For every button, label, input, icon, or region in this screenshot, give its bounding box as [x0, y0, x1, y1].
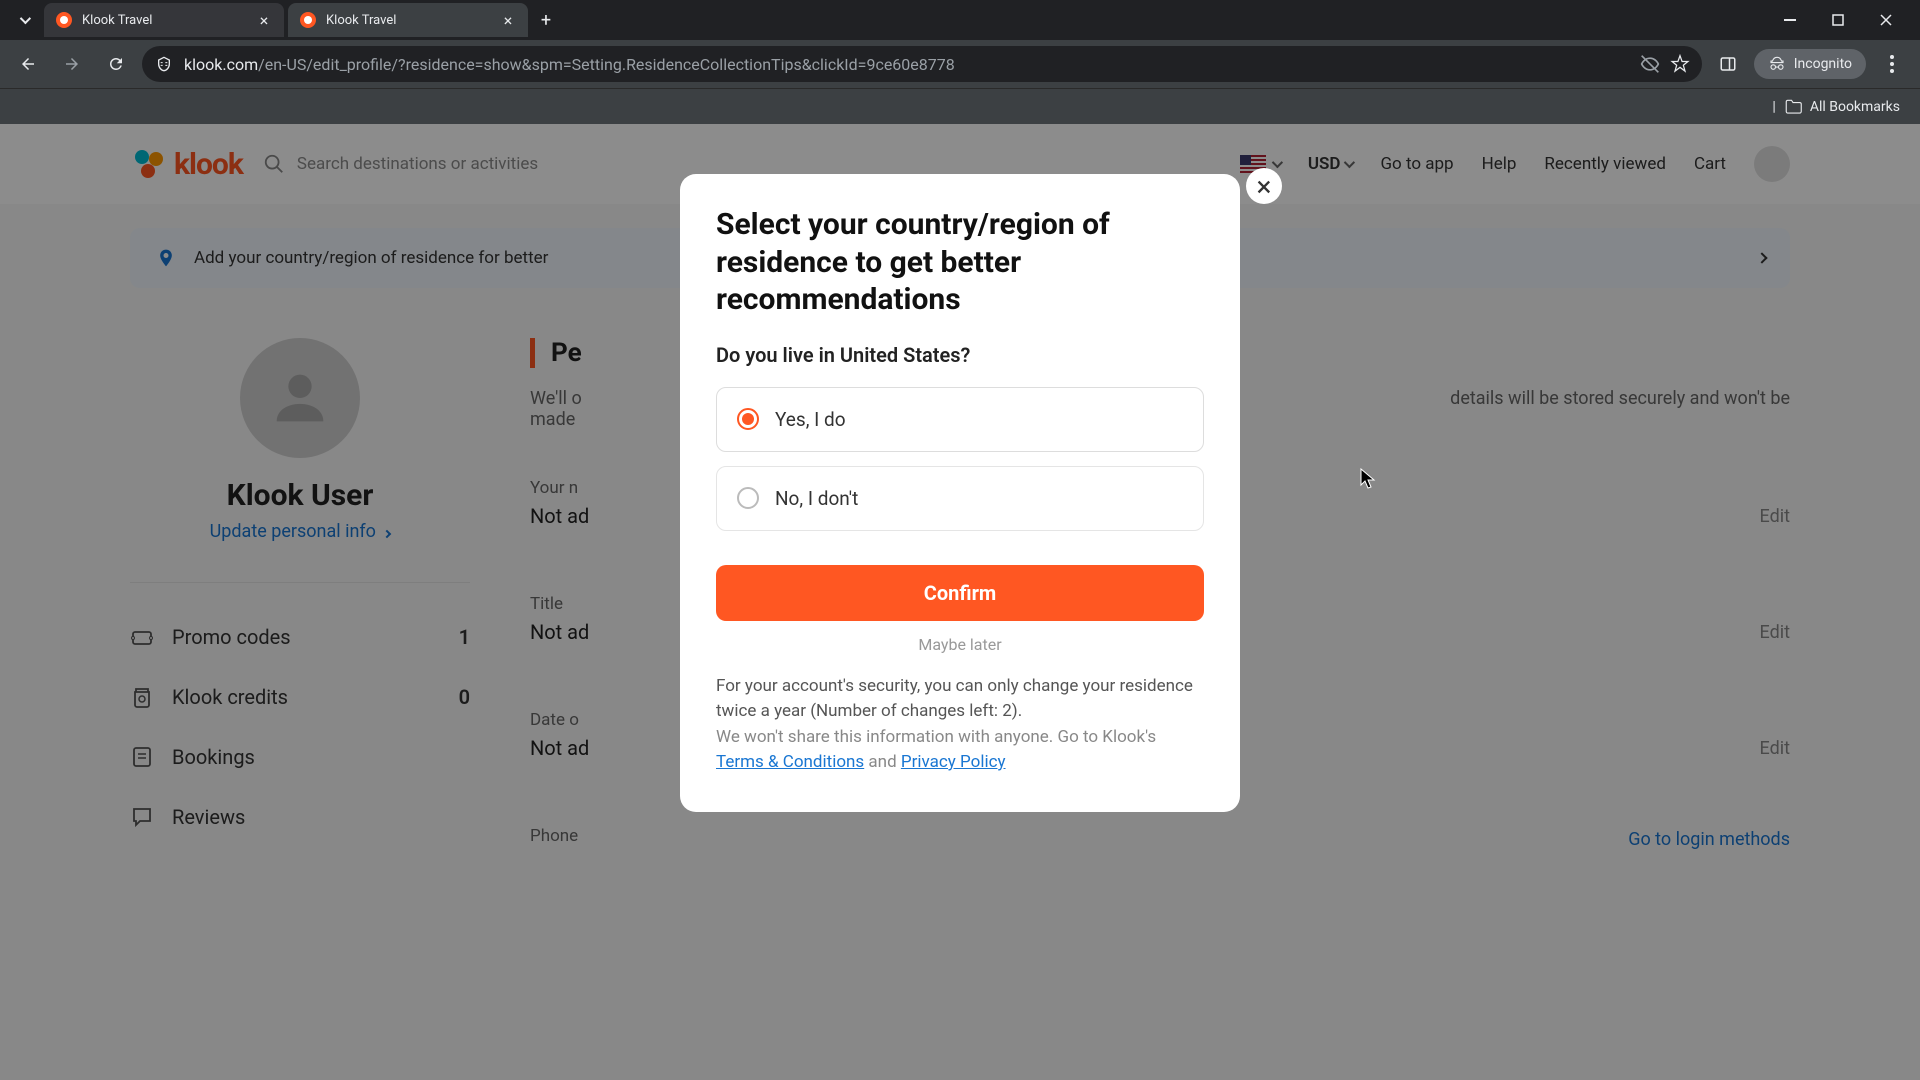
- maybe-later-link[interactable]: Maybe later: [716, 635, 1204, 654]
- footer-and: and: [864, 752, 901, 772]
- url-bar[interactable]: klook.com/en-US/edit_profile/?residence=…: [142, 46, 1702, 82]
- all-bookmarks-label: All Bookmarks: [1810, 99, 1900, 115]
- maximize-icon[interactable]: [1824, 6, 1852, 34]
- tab-title: Klook Travel: [82, 13, 246, 28]
- radio-label: Yes, I do: [775, 408, 846, 431]
- radio-option-no[interactable]: No, I don't: [716, 466, 1204, 531]
- tab-favicon-icon: [300, 12, 316, 28]
- radio-option-yes[interactable]: Yes, I do: [716, 387, 1204, 452]
- new-tab-button[interactable]: +: [532, 6, 560, 34]
- modal-subtitle: Do you live in United States?: [716, 343, 1204, 367]
- site-settings-icon[interactable]: [154, 54, 174, 74]
- bookmarks-separator: |: [1772, 99, 1775, 115]
- footer-security-text: For your account's security, you can onl…: [716, 676, 1193, 722]
- close-window-icon[interactable]: [1872, 6, 1900, 34]
- privacy-link[interactable]: Privacy Policy: [901, 752, 1006, 772]
- tab-favicon-icon: [56, 12, 72, 28]
- side-panel-icon[interactable]: [1710, 46, 1746, 82]
- radio-icon: [737, 408, 759, 430]
- star-icon[interactable]: [1670, 54, 1690, 74]
- forward-button[interactable]: [54, 46, 90, 82]
- modal-title: Select your country/region of residence …: [716, 206, 1204, 319]
- confirm-button[interactable]: Confirm: [716, 565, 1204, 621]
- browser-tab-0[interactable]: Klook Travel ×: [44, 3, 284, 37]
- incognito-label: Incognito: [1794, 56, 1852, 72]
- tab-search-dropdown[interactable]: [8, 4, 40, 36]
- back-button[interactable]: [10, 46, 46, 82]
- url-text: klook.com/en-US/edit_profile/?residence=…: [184, 55, 1630, 74]
- incognito-icon: [1768, 55, 1786, 73]
- minimize-icon[interactable]: [1776, 6, 1804, 34]
- footer-share-text: We won't share this information with any…: [716, 727, 1156, 747]
- modal-footer: For your account's security, you can onl…: [716, 674, 1204, 776]
- url-path: /en-US/edit_profile/?residence=show&spm=…: [258, 55, 955, 74]
- eye-off-icon[interactable]: [1640, 54, 1660, 74]
- window-controls: [1776, 6, 1912, 34]
- terms-link[interactable]: Terms & Conditions: [716, 752, 864, 772]
- modal-overlay: × Select your country/region of residenc…: [0, 124, 1920, 1080]
- tab-title: Klook Travel: [326, 13, 490, 28]
- radio-icon: [737, 487, 759, 509]
- tab-close-icon[interactable]: ×: [256, 12, 272, 28]
- all-bookmarks-button[interactable]: All Bookmarks: [1784, 98, 1900, 116]
- browser-menu-icon[interactable]: [1874, 46, 1910, 82]
- browser-toolbar: klook.com/en-US/edit_profile/?residence=…: [0, 40, 1920, 88]
- tab-bar: Klook Travel × Klook Travel × +: [0, 0, 1920, 40]
- tab-close-icon[interactable]: ×: [500, 12, 516, 28]
- folder-icon: [1784, 98, 1802, 116]
- bookmarks-bar: | All Bookmarks: [0, 88, 1920, 124]
- radio-label: No, I don't: [775, 487, 858, 510]
- incognito-badge[interactable]: Incognito: [1754, 49, 1866, 79]
- close-button[interactable]: ×: [1246, 168, 1282, 204]
- browser-tab-1[interactable]: Klook Travel ×: [288, 3, 528, 37]
- residence-modal: × Select your country/region of residenc…: [680, 174, 1240, 812]
- reload-button[interactable]: [98, 46, 134, 82]
- url-host: klook.com: [184, 55, 258, 74]
